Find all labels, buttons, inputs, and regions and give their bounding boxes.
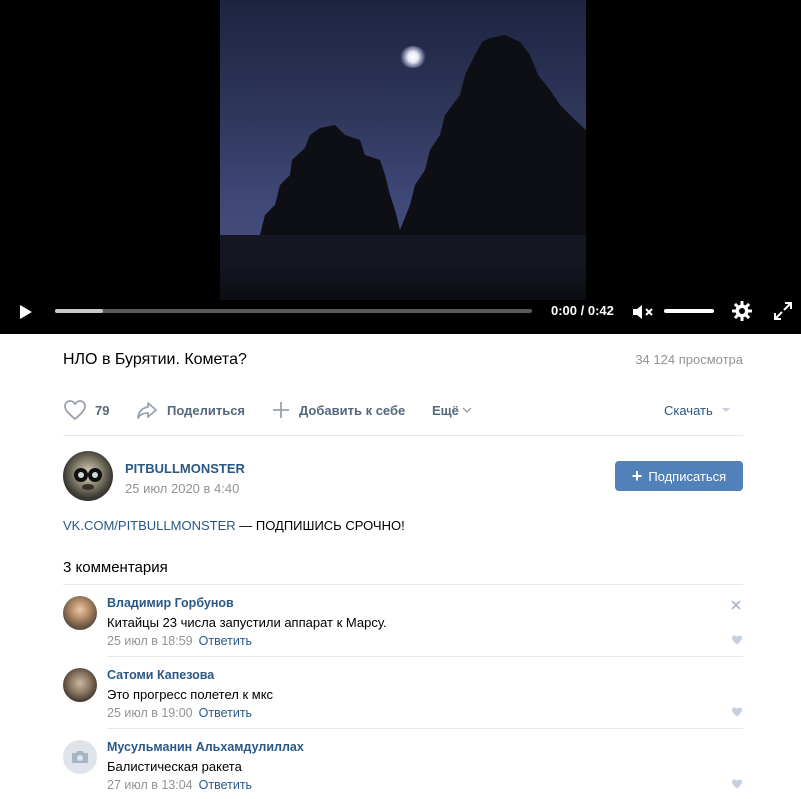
reply-link[interactable]: Ответить <box>199 706 252 720</box>
publish-date: 25 июл 2020 в 4:40 <box>125 481 240 496</box>
bright-light-object <box>400 46 426 68</box>
play-icon[interactable] <box>14 301 36 323</box>
comment-meta: 27 июл в 13:04 Ответить <box>107 778 252 792</box>
fullscreen-icon[interactable] <box>772 300 794 322</box>
comment-text: Балистическая ракета <box>107 759 242 774</box>
action-bar: 79 Поделиться Добавить к себе Ещё Скачат… <box>63 398 743 422</box>
heart-icon <box>64 400 86 421</box>
heart-icon[interactable] <box>731 705 743 717</box>
subscribe-button[interactable]: + Подписаться <box>615 461 743 491</box>
video-title: НЛО в Бурятии. Комета? <box>63 351 247 368</box>
download-button[interactable]: Скачать <box>664 398 731 422</box>
divider <box>63 435 743 436</box>
comment-date: 25 июл в 18:59 <box>107 634 193 648</box>
video-player[interactable]: 0:00 / 0:42 <box>0 0 801 334</box>
heart-icon[interactable] <box>731 777 743 789</box>
comment-item: Сатоми Капезова Это прогресс полетел к м… <box>63 657 743 729</box>
comment-item: Мусульманин Альхамдулиллах Балистическая… <box>63 729 743 799</box>
reply-link[interactable]: Ответить <box>199 778 252 792</box>
like-count: 79 <box>95 402 110 418</box>
commenter-avatar[interactable] <box>63 668 97 702</box>
view-count: 34 124 просмотра <box>635 352 743 367</box>
share-button[interactable]: Поделиться <box>135 398 245 422</box>
video-scene <box>220 35 586 300</box>
volume-slider[interactable] <box>664 309 714 313</box>
description-text: — ПОДПИШИСЬ СРОЧНО! <box>235 518 405 533</box>
muted-volume-icon[interactable] <box>631 301 655 323</box>
commenter-avatar[interactable] <box>63 596 97 630</box>
comment-meta: 25 июл в 19:00 Ответить <box>107 706 252 720</box>
caret-down-icon <box>721 408 730 412</box>
share-icon <box>137 402 157 419</box>
progress-bar[interactable] <box>55 309 532 313</box>
commenter-name[interactable]: Мусульманин Альхамдулиллах <box>107 740 304 754</box>
gear-icon[interactable] <box>731 300 753 322</box>
add-to-self-button[interactable]: Добавить к себе <box>271 398 405 422</box>
comment-text: Китайцы 23 числа запустили аппарат к Мар… <box>107 615 387 630</box>
video-frame[interactable] <box>220 0 586 300</box>
more-button[interactable]: Ещё <box>432 398 472 422</box>
author-avatar[interactable] <box>63 451 113 501</box>
comment-text: Это прогресс полетел к мкс <box>107 687 274 702</box>
plus-icon <box>273 402 289 418</box>
commenter-name[interactable]: Сатоми Капезова <box>107 668 214 682</box>
comments-heading: 3 комментария <box>63 559 168 576</box>
player-controls: 0:00 / 0:42 <box>0 295 801 327</box>
download-label: Скачать <box>664 402 713 418</box>
more-label: Ещё <box>432 402 459 418</box>
author-avatar-image <box>74 468 102 490</box>
comment-meta: 25 июл в 18:59 Ответить <box>107 634 252 648</box>
camera-icon <box>72 751 88 763</box>
comment-date: 25 июл в 19:00 <box>107 706 193 720</box>
time-display: 0:00 / 0:42 <box>551 303 614 318</box>
comment-item: Владимир Горбунов Китайцы 23 числа запус… <box>63 585 743 657</box>
commenter-avatar[interactable] <box>63 740 97 774</box>
chevron-down-icon <box>462 407 472 413</box>
reply-link[interactable]: Ответить <box>199 634 252 648</box>
heart-icon[interactable] <box>731 633 743 645</box>
subscribe-label: Подписаться <box>648 468 727 484</box>
close-icon[interactable] <box>731 597 741 610</box>
video-description: VK.COM/PITBULLMONSTER — ПОДПИШИСЬ СРОЧНО… <box>63 518 405 533</box>
progress-buffer <box>55 309 103 313</box>
comment-date: 27 июл в 13:04 <box>107 778 193 792</box>
add-label: Добавить к себе <box>299 402 406 418</box>
share-label: Поделиться <box>167 402 246 418</box>
like-button[interactable]: 79 <box>63 398 109 422</box>
description-link[interactable]: VK.COM/PITBULLMONSTER <box>63 518 236 533</box>
plus-icon: + <box>631 466 643 486</box>
author-name[interactable]: PITBULLMONSTER <box>125 461 245 476</box>
commenter-name[interactable]: Владимир Горбунов <box>107 596 234 610</box>
